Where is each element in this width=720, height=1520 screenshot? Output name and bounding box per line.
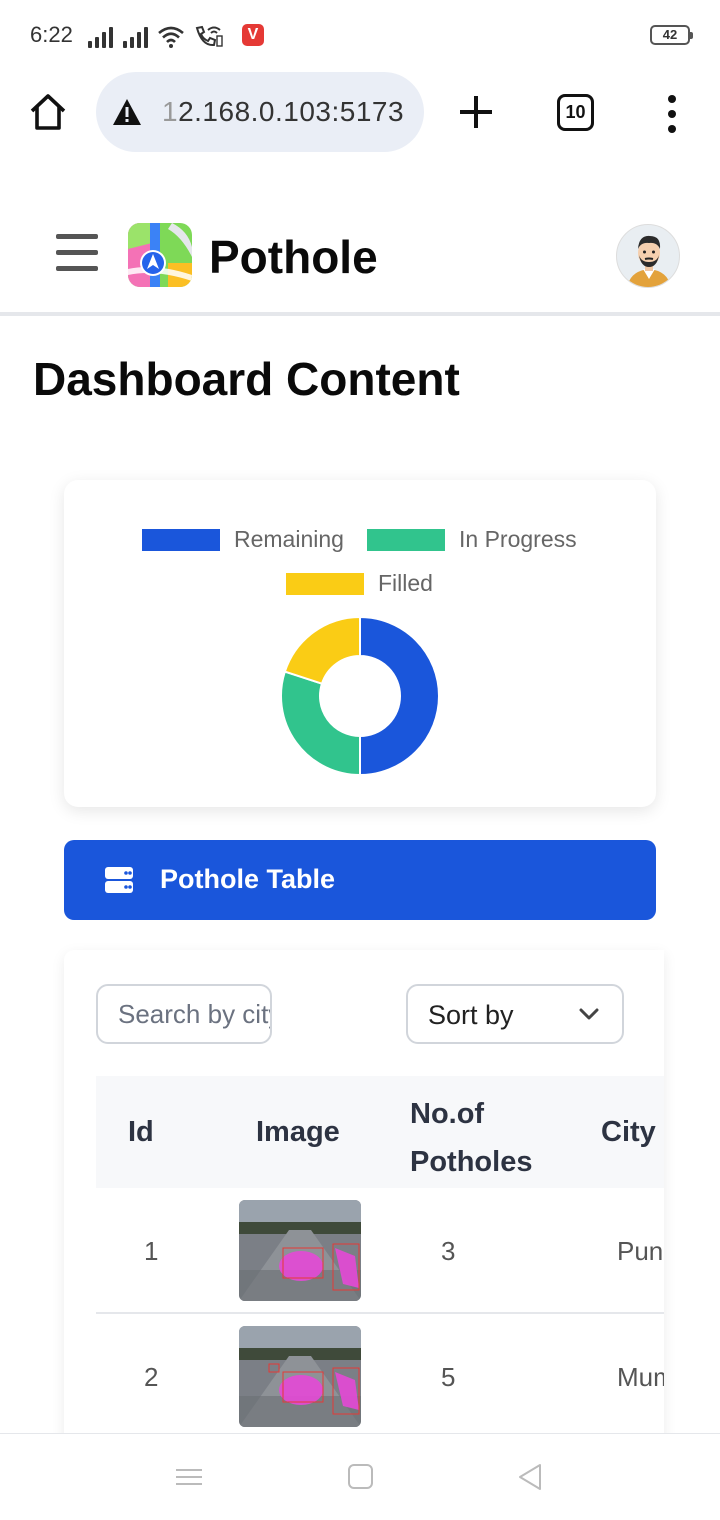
signal-icon xyxy=(88,26,113,48)
column-header-city[interactable]: City xyxy=(601,1116,656,1149)
column-header-id[interactable]: Id xyxy=(128,1116,154,1149)
cell-potholes: 5 xyxy=(441,1362,456,1392)
hamburger-menu-icon[interactable] xyxy=(56,234,98,272)
sort-dropdown[interactable]: Sort by xyxy=(406,984,624,1044)
back-nav-icon[interactable] xyxy=(516,1462,546,1492)
doughnut-slice-remaining[interactable] xyxy=(359,616,440,776)
system-navigation-bar xyxy=(0,1433,720,1520)
new-tab-icon[interactable] xyxy=(458,94,494,130)
legend-item-remaining[interactable]: Remaining xyxy=(142,526,344,553)
sort-label: Sort by xyxy=(428,1000,514,1030)
app-logo-map-icon xyxy=(128,223,192,287)
legend-label: In Progress xyxy=(459,526,577,552)
battery-icon: 42 xyxy=(650,25,693,45)
server-icon xyxy=(105,867,133,893)
home-nav-icon[interactable] xyxy=(346,1462,376,1492)
recent-apps-icon[interactable] xyxy=(174,1462,204,1492)
cell-id: 1 xyxy=(144,1236,159,1266)
wifi-call-icon xyxy=(195,25,223,47)
vivaldi-app-icon: V xyxy=(242,24,264,46)
legend-swatch xyxy=(286,572,364,595)
legend-swatch xyxy=(367,528,445,551)
wifi-icon xyxy=(158,26,184,48)
cell-potholes: 3 xyxy=(441,1236,456,1266)
more-menu-icon[interactable] xyxy=(664,94,680,134)
legend-label: Filled xyxy=(378,570,433,596)
browser-toolbar: 12.168.0.103:5173 10 xyxy=(0,72,720,158)
legend-label: Remaining xyxy=(234,526,344,552)
column-header-image[interactable]: Image xyxy=(256,1116,340,1149)
cell-city: Mumbai xyxy=(617,1362,664,1392)
table-row[interactable]: 2 5 Mumbai xyxy=(96,1314,664,1440)
app-header: Pothole xyxy=(0,200,720,316)
avatar-person-icon xyxy=(627,235,671,287)
warning-icon[interactable] xyxy=(112,98,142,126)
user-avatar[interactable] xyxy=(616,224,680,288)
doughnut-slice-filled[interactable] xyxy=(283,616,361,685)
pothole-table-card: Sort by Id Image No.ofPotholes City 1 3 xyxy=(64,950,664,1450)
pothole-table-label: Pothole Table xyxy=(160,864,336,894)
app-title: Pothole xyxy=(209,231,378,283)
legend-item-in-progress[interactable]: In Progress xyxy=(367,526,577,553)
column-header-potholes[interactable]: No.of Potholes xyxy=(410,1090,532,1186)
doughnut-chart xyxy=(280,616,440,776)
legend-item-filled[interactable]: Filled xyxy=(286,570,433,597)
cell-city: Pune xyxy=(617,1236,664,1266)
tab-switcher-button[interactable]: 10 xyxy=(557,94,594,131)
table-row[interactable]: 1 3 Pune xyxy=(96,1188,664,1314)
status-bar: 6:22 V 42 xyxy=(0,0,720,72)
search-field xyxy=(96,984,272,1044)
table-header-row: Id Image No.of Potholes City xyxy=(96,1076,664,1188)
doughnut-slice-in-progress[interactable] xyxy=(280,670,361,776)
legend-swatch xyxy=(142,528,220,551)
signal-icon xyxy=(123,26,148,48)
cell-id: 2 xyxy=(144,1362,159,1392)
pothole-table-header-button[interactable]: Pothole Table xyxy=(64,840,656,920)
search-input[interactable] xyxy=(98,986,270,1042)
pothole-image[interactable] xyxy=(239,1326,361,1427)
pothole-image[interactable] xyxy=(239,1200,361,1301)
url-text[interactable]: 12.168.0.103:5173 xyxy=(162,96,404,128)
status-icons xyxy=(88,22,224,48)
chart-card: Remaining In Progress Filled xyxy=(64,480,656,807)
page-title: Dashboard Content xyxy=(33,353,460,405)
home-icon[interactable] xyxy=(28,92,68,132)
status-time: 6:22 xyxy=(30,22,73,47)
url-bar[interactable]: 12.168.0.103:5173 xyxy=(96,72,424,152)
chevron-down-icon xyxy=(579,1008,599,1020)
